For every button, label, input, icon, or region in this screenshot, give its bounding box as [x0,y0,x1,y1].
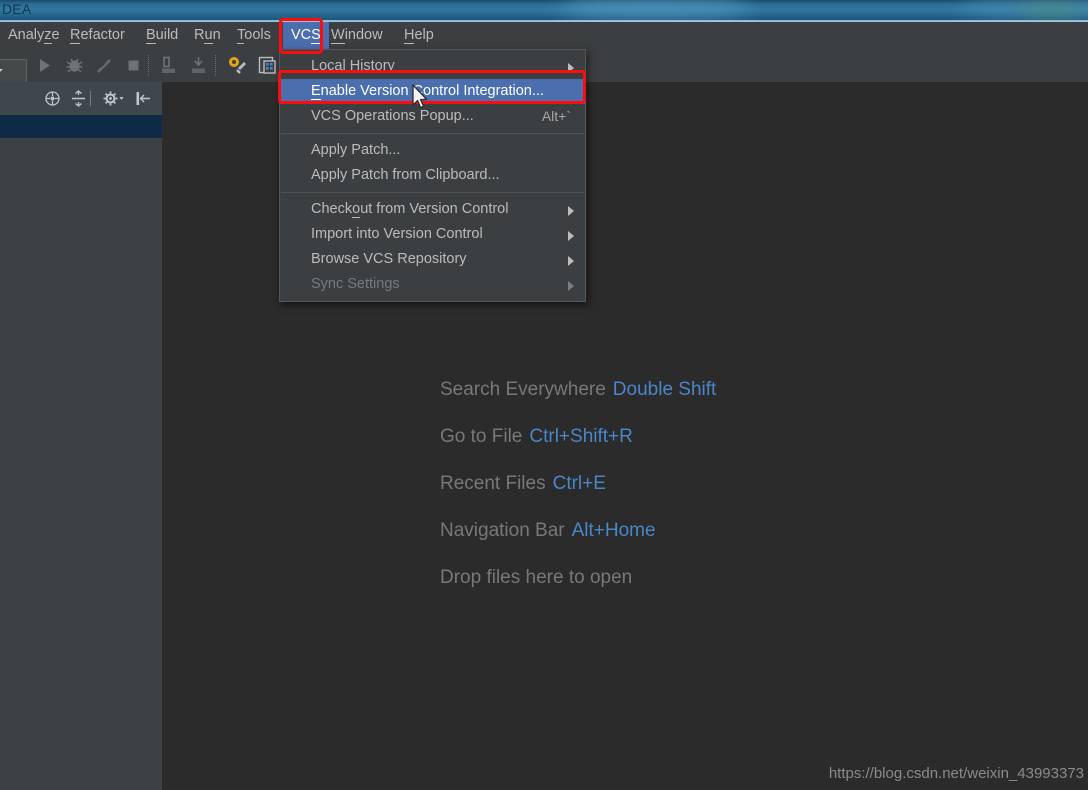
bug-icon [63,58,86,81]
hint-label: Search Everywhere [440,379,606,400]
menu-item-local-history[interactable]: Local History [280,54,585,79]
chevron-right-icon [568,231,574,241]
hint-shortcut: Ctrl+Shift+R [529,426,633,447]
menu-item-label: VCS Operations Popup... [311,108,474,124]
hint-label: Drop files here to open [440,567,633,588]
chevron-right-icon [568,281,574,291]
window-titlebar: DEA [0,0,1088,22]
menu-item-label: Import into Version Control [311,226,483,242]
wrench-gear-icon [226,57,249,81]
play-icon [33,59,56,81]
menu-item-apply-patch[interactable]: Apply Patch... [280,138,585,163]
titlebar-glow-2 [960,0,1088,22]
hint-label: Navigation Bar [440,520,565,541]
project-tool-window-header [0,82,162,115]
run-with-coverage-button[interactable] [92,54,115,77]
menu-item-shortcut: Alt+` [541,108,571,124]
menubar-item-tools[interactable]: Tools [229,22,279,49]
editor-hints-list: Search Everywhere Double Shift Go to File C… [440,370,960,605]
toolbar-separator [148,55,150,76]
hint-recent-files: Recent Files Ctrl+E [440,464,960,511]
commit-button[interactable] [188,54,211,77]
hint-label: Recent Files [440,473,546,494]
menu-separator [281,192,584,193]
menu-item-label: Enable Version Control Integration... [311,83,544,100]
titlebar-glow-1 [560,0,750,22]
menu-item-label: Apply Patch... [311,142,401,158]
debug-button[interactable] [63,54,86,77]
hint-navigation-bar: Navigation Bar Alt+Home [440,511,960,558]
menu-item-sync-settings: Sync Settings [280,272,585,297]
menu-separator [281,133,584,134]
menu-item-label: Apply Patch from Clipboard... [311,167,500,183]
commit-icon [188,57,211,81]
menu-item-label: Checkout from Version Control [311,201,509,218]
menu-bar: Analyze Refactor Build Run Tools VCS Window Hel… [0,22,1088,50]
settings-button[interactable] [226,54,249,77]
update-icon [158,56,181,81]
menu-item-apply-patch-from-clipboard[interactable]: Apply Patch from Clipboard... [280,163,585,188]
menu-item-vcs-operations-popup[interactable]: VCS Operations Popup... Alt+` [280,104,585,129]
expand-all-icon[interactable] [70,90,87,107]
chevron-right-icon [568,63,574,73]
window-title: DEA [2,1,32,17]
stop-button[interactable] [122,54,145,77]
menubar-item-analyze[interactable]: Analyze [0,22,68,49]
hint-go-to-file: Go to File Ctrl+Shift+R [440,417,960,464]
menu-item-checkout-from-version-control[interactable]: Checkout from Version Control [280,197,585,222]
watermark-url: https://blog.csdn.net/weixin_43993373 [828,765,1084,782]
hint-search-everywhere: Search Everywhere Double Shift [440,370,960,417]
menubar-item-run[interactable]: Run [186,22,229,49]
menubar-item-help[interactable]: Help [396,22,442,49]
run-button[interactable] [33,54,56,77]
hint-shortcut: Double Shift [612,379,717,400]
stop-icon [122,60,145,81]
settings-gear-icon[interactable] [102,90,124,107]
menu-item-import-into-version-control[interactable]: Import into Version Control [280,222,585,247]
hint-shortcut: Ctrl+E [552,473,606,494]
menu-item-browse-vcs-repository[interactable]: Browse VCS Repository [280,247,585,272]
toolbar-separator [215,55,217,76]
menubar-item-refactor[interactable]: Refactor [62,22,133,49]
chevron-down-icon [0,69,3,74]
modules-icon [256,56,279,81]
menu-item-label: Local History [311,58,395,74]
chevron-right-icon [568,256,574,266]
menu-item-label: Sync Settings [311,276,400,292]
project-tool-window[interactable] [0,82,162,790]
project-tree-selected-row[interactable] [0,115,162,138]
update-project-button[interactable] [158,54,181,77]
menubar-item-build[interactable]: Build [138,22,186,49]
vcs-dropdown-menu[interactable]: Local History Enable Version Control Inte… [279,49,586,302]
project-structure-button[interactable] [256,54,279,77]
collapse-all-icon[interactable] [44,90,61,107]
hint-drop-files: Drop files here to open [440,558,960,605]
menubar-item-vcs[interactable]: VCS [283,22,329,49]
chevron-right-icon [568,206,574,216]
hide-panel-icon[interactable] [135,90,152,107]
hint-label: Go to File [440,426,523,447]
run-config-combo-box[interactable] [0,59,27,84]
hint-shortcut: Alt+Home [571,520,656,541]
titlebar-glow-3 [1020,0,1080,22]
menu-item-label: Browse VCS Repository [311,251,467,267]
run-configurations-combo[interactable] [0,54,27,84]
coverage-icon [92,59,115,81]
menubar-item-window[interactable]: Window [323,22,391,49]
menu-item-enable-version-control[interactable]: Enable Version Control Integration... [280,79,585,104]
panel-toolbar-separator [90,91,91,106]
